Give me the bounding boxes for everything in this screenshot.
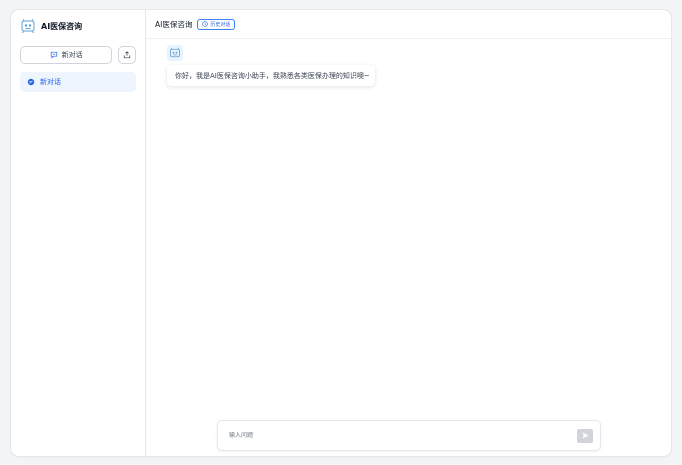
message-list: 你好，我是AI医保咨询小助手，我熟悉各类医保办理的知识噢~ (146, 39, 671, 96)
chat-icon (27, 78, 35, 86)
assistant-message: 你好，我是AI医保咨询小助手，我熟悉各类医保办理的知识噢~ (167, 65, 375, 86)
brand-title: AI医保咨询 (41, 21, 83, 31)
chat-main: AI医保咨询 历史对话 你好，我是AI医保咨询小助手，我熟悉各类医保办理的知识噢… (146, 10, 671, 456)
send-button[interactable] (577, 428, 593, 443)
bot-avatar (167, 45, 183, 61)
robot-logo-icon (21, 18, 35, 34)
brand: AI医保咨询 (20, 18, 136, 34)
chat-bubble-icon (50, 51, 57, 59)
clock-icon (202, 21, 209, 27)
send-icon (581, 432, 589, 439)
robot-avatar-icon (170, 47, 180, 58)
input-bar (218, 421, 600, 450)
session-item[interactable]: 新对话 (20, 72, 136, 92)
new-chat-row: 新对话 (20, 46, 136, 64)
app-window: AI医保咨询 新对话 新对话 AI医保咨询 历史对话 你好，我是AI医保咨询小助… (11, 10, 671, 456)
new-chat-label: 新对话 (61, 51, 83, 59)
new-chat-button[interactable]: 新对话 (20, 46, 113, 64)
export-icon (123, 51, 131, 59)
history-button[interactable]: 历史对话 (197, 18, 236, 30)
session-label: 新对话 (40, 78, 61, 86)
chat-header: AI医保咨询 历史对话 (146, 10, 671, 39)
question-input[interactable] (229, 432, 529, 439)
sidebar: AI医保咨询 新对话 新对话 (11, 10, 146, 456)
history-label: 历史对话 (210, 21, 231, 28)
export-button[interactable] (118, 46, 136, 64)
chat-title: AI医保咨询 (155, 19, 193, 29)
